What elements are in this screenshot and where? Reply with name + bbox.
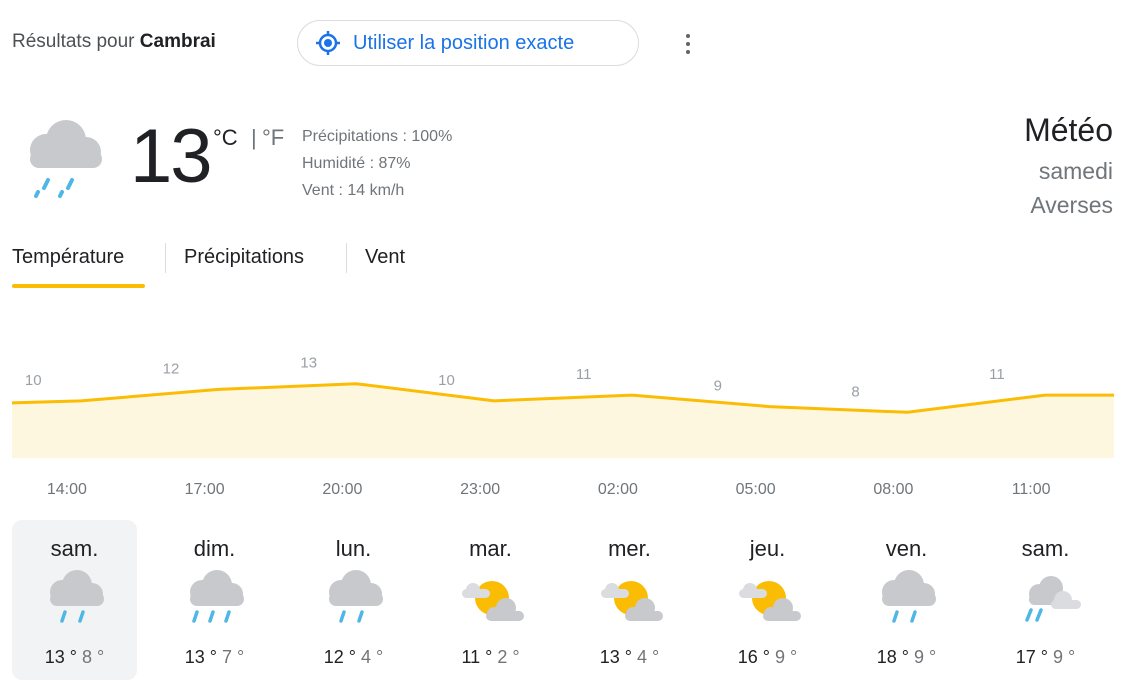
humidity-value: Humidité : 87%	[302, 155, 411, 172]
tab-divider	[346, 243, 347, 273]
forecast-temps: 13 ° 7 °	[152, 647, 277, 668]
more-options-icon[interactable]	[678, 29, 698, 59]
forecast-high: 13 °	[44, 647, 77, 667]
forecast-temps: 17 ° 9 °	[983, 647, 1108, 668]
rain-cloud-icon	[18, 116, 108, 205]
temperature-chart: 10 12 13 10 11 9 8 11	[11, 355, 1114, 458]
forecast-high: 18 °	[876, 647, 909, 667]
time-tick-label: 11:00	[1011, 481, 1051, 498]
tab-wind[interactable]: Vent	[365, 246, 405, 269]
unit-celsius[interactable]: °C	[213, 125, 238, 151]
showers-icon	[1011, 568, 1087, 639]
time-tick-label: 14:00	[46, 481, 87, 498]
forecast-day[interactable]: dim. 13 ° 7 °	[152, 520, 277, 680]
results-heading: Résultats pour Cambrai	[12, 31, 216, 53]
weather-details: Précipitations : 100% Humidité : 87% Ven…	[302, 123, 452, 204]
forecast-day-name: lun.	[335, 536, 372, 561]
forecast-low: 4 °	[637, 647, 660, 667]
forecast-day[interactable]: sam. 13 ° 8 °	[12, 520, 137, 680]
forecast-low: 7 °	[222, 647, 245, 667]
temperature-data-label: 8	[851, 383, 859, 400]
partly-cloudy-icon	[595, 568, 671, 639]
temperature-data-label: 12	[163, 360, 180, 377]
forecast-high: 13 °	[599, 647, 632, 667]
location-name: Cambrai	[139, 31, 216, 52]
rain-cloud-icon	[872, 568, 942, 639]
tab-selected-indicator	[12, 284, 145, 288]
current-day: samedi	[1038, 158, 1113, 184]
forecast-day[interactable]: mar. 11 ° 2 °	[428, 520, 553, 680]
temperature-data-label: 11	[576, 366, 592, 383]
current-temperature: 13	[130, 114, 213, 199]
location-target-icon	[316, 31, 340, 55]
time-tick-label: 08:00	[873, 481, 914, 498]
forecast-temps: 13 ° 8 °	[12, 647, 137, 668]
partly-cloudy-icon	[456, 568, 532, 639]
current-condition: Averses	[1030, 192, 1113, 218]
partly-cloudy-icon	[733, 568, 809, 639]
tab-divider	[165, 243, 166, 273]
forecast-temps: 16 ° 9 °	[705, 647, 830, 668]
unit-fahrenheit[interactable]: °F	[262, 125, 284, 151]
rain-cloud-icon	[40, 568, 110, 639]
forecast-day[interactable]: lun. 12 ° 4 °	[291, 520, 416, 680]
forecast-temps: 11 ° 2 °	[428, 647, 553, 668]
forecast-day[interactable]: sam. 17 ° 9 °	[983, 520, 1108, 680]
temperature-data-label: 13	[300, 355, 317, 372]
weather-title: Météo	[1024, 112, 1113, 148]
temperature-data-label: 11	[989, 366, 1005, 383]
time-tick-label: 17:00	[184, 481, 225, 498]
temperature-data-label: 9	[714, 378, 722, 395]
forecast-high: 16 °	[737, 647, 770, 667]
precipitation-value: Précipitations : 100%	[302, 128, 453, 145]
forecast-day[interactable]: jeu. 16 ° 9 °	[705, 520, 830, 680]
tab-temperature[interactable]: Température	[12, 246, 124, 269]
time-tick-label: 05:00	[735, 481, 776, 498]
time-tick-label: 23:00	[460, 481, 501, 498]
wind-value: Vent : 14 km/h	[302, 182, 405, 199]
forecast-high: 13 °	[184, 647, 217, 667]
heavy-rain-cloud-icon	[180, 568, 250, 639]
temperature-data-label: 10	[25, 372, 42, 389]
forecast-day-name: dim.	[193, 536, 236, 561]
forecast-temps: 13 ° 4 °	[567, 647, 692, 668]
rain-cloud-icon	[319, 568, 389, 639]
forecast-day-name: sam.	[1021, 536, 1070, 561]
temperature-area	[12, 383, 1114, 458]
forecast-day[interactable]: ven. 18 ° 9 °	[844, 520, 969, 680]
time-tick-label: 02:00	[597, 481, 638, 498]
forecast-low: 8 °	[82, 647, 105, 667]
forecast-low: 2 °	[497, 647, 520, 667]
time-tick-label: 20:00	[322, 481, 363, 498]
forecast-temps: 18 ° 9 °	[844, 647, 969, 668]
results-prefix: Résultats pour	[12, 31, 135, 52]
forecast-day-name: sam.	[50, 536, 99, 561]
forecast-day[interactable]: mer. 13 ° 4 °	[567, 520, 692, 680]
forecast-high: 11 °	[461, 647, 493, 667]
forecast-low: 4 °	[361, 647, 384, 667]
forecast-day-name: mar.	[469, 536, 512, 561]
use-exact-position-label: Utiliser la position exacte	[353, 31, 575, 54]
forecast-temps: 12 ° 4 °	[291, 647, 416, 668]
unit-separator: |	[251, 125, 257, 150]
use-exact-position-button[interactable]: Utiliser la position exacte	[297, 20, 639, 66]
temperature-data-label: 10	[438, 372, 455, 389]
forecast-high: 12 °	[323, 647, 356, 667]
forecast-day-name: mer.	[608, 536, 651, 561]
forecast-day-name: ven.	[885, 536, 928, 561]
forecast-low: 9 °	[1053, 647, 1076, 667]
forecast-day-name: jeu.	[749, 536, 786, 561]
tab-precipitation[interactable]: Précipitations	[184, 246, 304, 269]
forecast-high: 17 °	[1015, 647, 1048, 667]
forecast-low: 9 °	[775, 647, 798, 667]
forecast-low: 9 °	[914, 647, 937, 667]
